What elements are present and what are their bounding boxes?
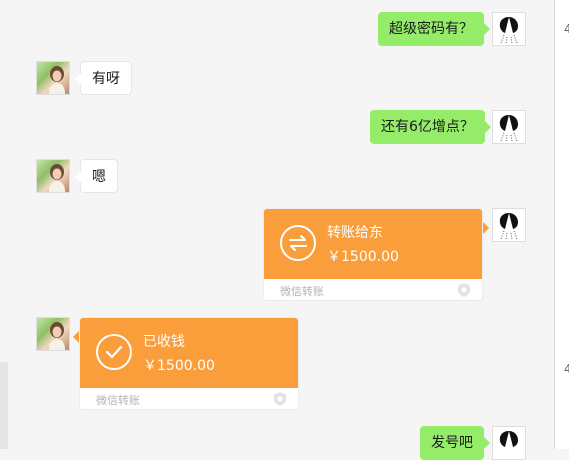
silhouette-icon <box>499 431 518 455</box>
self-avatar[interactable] <box>492 12 526 46</box>
bubble-tail <box>483 222 489 234</box>
self-avatar[interactable] <box>492 208 526 242</box>
transfer-title: 已收钱 <box>143 334 185 350</box>
shield-icon <box>274 392 286 406</box>
self-avatar[interactable] <box>492 426 526 460</box>
check-circle-icon <box>96 334 132 370</box>
transfer-footer: 微信转账 <box>280 285 324 298</box>
message-bubble-outgoing[interactable]: 超级密码有？ <box>378 12 490 46</box>
self-avatar[interactable] <box>492 110 526 144</box>
person-photo-icon <box>49 322 65 350</box>
message-bubble-outgoing[interactable]: 还有6亿增点？ <box>370 110 491 144</box>
transfer-card-outgoing[interactable]: 转账给东 ￥1500.00 微信转账 <box>263 208 483 301</box>
right-panel-edge: 4 4 <box>554 0 569 449</box>
transfer-footer: 微信转账 <box>96 394 140 407</box>
friend-avatar[interactable] <box>36 317 70 351</box>
transfer-arrows-icon <box>280 225 316 261</box>
friend-avatar[interactable] <box>36 61 70 95</box>
transfer-amount: ￥1500.00 <box>327 249 399 265</box>
transfer-card-incoming[interactable]: 已收钱 ￥1500.00 微信转账 <box>79 317 299 410</box>
silhouette-icon <box>499 213 518 240</box>
message-bubble-incoming[interactable]: 嗯 <box>75 159 118 193</box>
silhouette-icon <box>499 115 518 142</box>
right-edge-text: 4 <box>564 22 569 36</box>
message-bubble-outgoing[interactable]: 发号吧 <box>420 426 490 460</box>
transfer-amount: ￥1500.00 <box>143 358 215 374</box>
message-bubble-incoming[interactable]: 有呀 <box>75 61 132 95</box>
silhouette-icon <box>499 17 518 44</box>
friend-avatar[interactable] <box>36 159 70 193</box>
transfer-title: 转账给东 <box>327 225 383 241</box>
right-edge-text: 4 <box>564 362 569 376</box>
shield-icon <box>458 283 470 297</box>
person-photo-icon <box>49 66 65 94</box>
person-photo-icon <box>49 164 65 192</box>
left-panel-edge <box>0 362 8 449</box>
